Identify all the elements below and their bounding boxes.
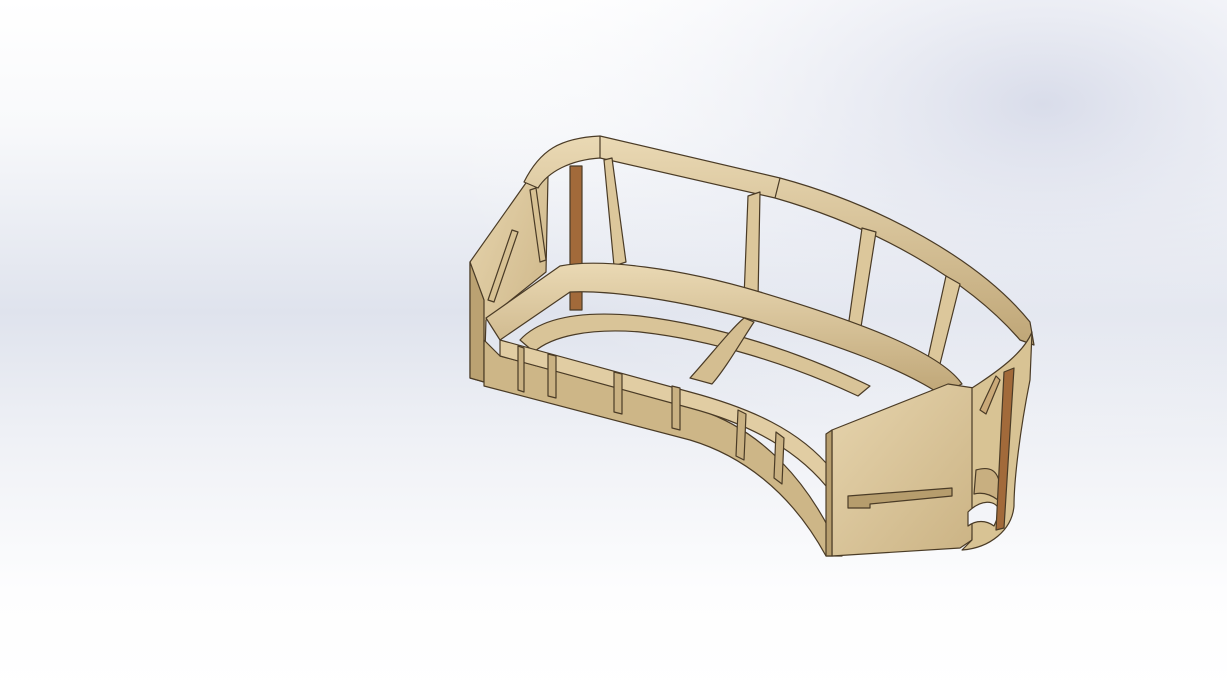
front-slat-6 (773, 431, 785, 485)
front-slat-1 (517, 345, 525, 393)
front-slat-4 (671, 385, 681, 431)
front-slat-5 (735, 409, 747, 461)
front-slat-2 (547, 353, 557, 399)
viewport-haze (0, 0, 1227, 694)
cad-graphics-area[interactable] (0, 0, 1227, 694)
right-end-panel-edge (825, 429, 833, 557)
graphics-canvas[interactable] (0, 0, 1227, 694)
front-slat-3 (613, 371, 623, 415)
